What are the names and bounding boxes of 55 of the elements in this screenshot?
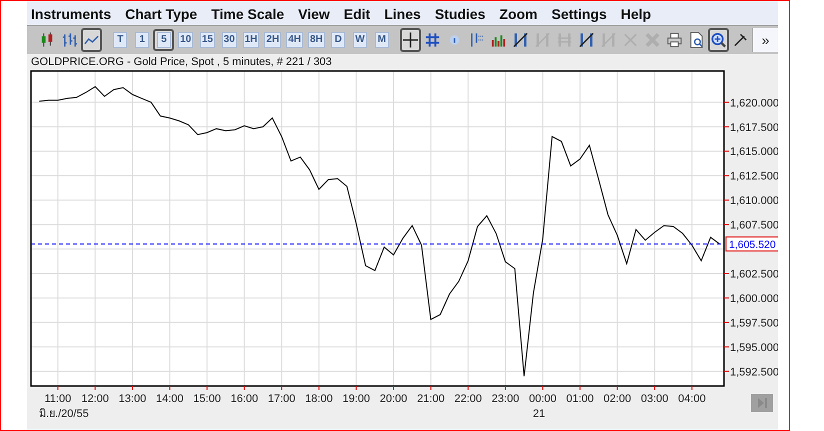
toolbar-button[interactable] [81, 28, 102, 52]
x-axis-label: 03:00 [640, 393, 668, 405]
trend-line-icon [512, 31, 530, 49]
menu-item[interactable]: Time Scale [211, 4, 284, 24]
timeframe-button[interactable]: M [371, 29, 392, 51]
timeframe-button[interactable]: 1H [240, 29, 262, 51]
menu-item[interactable]: Instruments [31, 4, 112, 24]
x-axis-label: 20:00 [380, 393, 408, 405]
x-axis-label: 15:00 [193, 393, 221, 405]
x-axis-label: 23:00 [492, 393, 520, 405]
overflow-button[interactable]: » [752, 28, 778, 52]
x-axis-label: 19:00 [342, 393, 370, 405]
x-axis-label: 01:00 [566, 393, 594, 405]
timeframe-button[interactable]: 15 [197, 29, 218, 51]
menu-item[interactable]: Lines [384, 4, 421, 24]
timeframe-button[interactable]: 4H [284, 29, 305, 51]
trend-line-icon [578, 31, 596, 49]
x-axis-label: 18:00 [305, 393, 333, 405]
menu-item[interactable]: Chart Type [125, 4, 198, 24]
print-preview-icon [688, 31, 706, 49]
x-axis-label: 04:00 [678, 393, 706, 405]
menu-item[interactable]: Edit [344, 4, 370, 24]
menu-item[interactable]: Studies [434, 4, 486, 24]
x-axis-label: 11:00 [44, 393, 72, 405]
grid-icon [424, 31, 442, 49]
toolbar-button[interactable] [400, 28, 422, 52]
x-axis-label: 00:00 [528, 393, 556, 405]
last-price-tag: 1,605.520 [726, 236, 778, 252]
x-axis-label: 02:00 [604, 393, 632, 405]
x-axis-label: 12:00 [81, 393, 109, 405]
x-axis-label: 22:00 [454, 393, 482, 405]
timeframe-button[interactable]: 5 [153, 29, 174, 51]
bar-chart-icon [61, 31, 78, 49]
printer-icon [666, 31, 684, 49]
ref-line-label: 1,605.520 [729, 238, 776, 251]
zoom-in-icon [710, 31, 728, 49]
timeframe-button[interactable]: 2H [262, 29, 284, 51]
x-axis-label: 16:00 [230, 393, 258, 405]
dotted-grid-icon [468, 31, 486, 49]
menu-item[interactable]: Zoom [499, 4, 538, 24]
x-axis-label: 21:00 [417, 393, 445, 405]
menu-item[interactable]: Help [620, 4, 652, 24]
chart-title: GOLDPRICE.ORG - Gold Price, Spot , 5 minutes, # 221 / 303 [31, 56, 332, 68]
timeframe-button[interactable]: 8H [306, 29, 327, 51]
x-axis-label: 13:00 [118, 393, 146, 405]
menu-item[interactable]: View [298, 4, 330, 24]
date-label: 21 [532, 408, 546, 420]
timeframe-button[interactable]: T [110, 29, 131, 51]
timeframe-button[interactable]: D [328, 29, 349, 51]
crosshair-icon [402, 31, 420, 49]
x-axis-label: 17:00 [268, 393, 296, 405]
toolbar-button[interactable] [708, 28, 730, 52]
x-axis-label: 14:00 [156, 393, 184, 405]
date-label: มิ.ย./20/55 [39, 408, 89, 420]
menu-item[interactable]: Settings [552, 4, 607, 24]
